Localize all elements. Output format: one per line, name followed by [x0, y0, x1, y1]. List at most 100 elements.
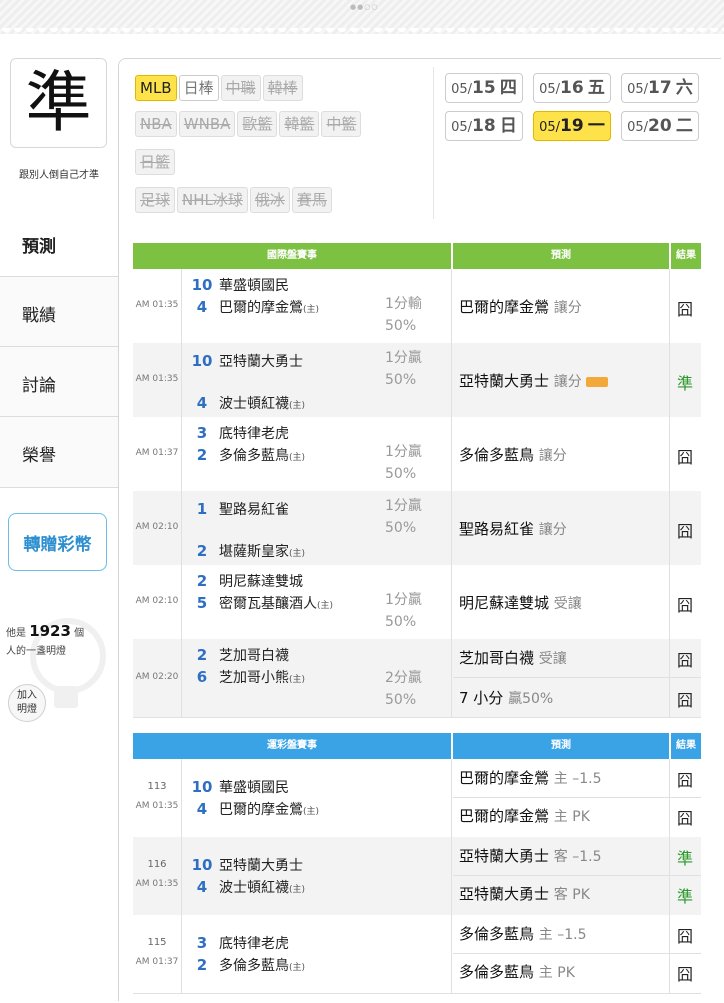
result-mark: 囧 — [676, 300, 693, 319]
nav-predict[interactable]: 預測 — [0, 208, 118, 278]
prediction-team: 芝加哥白襪 — [459, 649, 535, 667]
date-button[interactable]: 05/15 四 — [445, 73, 523, 103]
col-divider — [451, 915, 452, 993]
nav-discussion[interactable]: 討論 — [0, 346, 118, 417]
prediction-team: 巴爾的摩金鶯 — [459, 298, 550, 316]
date-weekday: 五 — [587, 78, 605, 98]
prediction-type: 讓分 — [553, 374, 582, 390]
prediction[interactable]: 芝加哥白襪 受讓 — [459, 647, 567, 668]
nav-record[interactable]: 戰績 — [0, 276, 118, 347]
date-button[interactable]: 05/16 五 — [533, 73, 611, 103]
col-divider — [451, 417, 452, 491]
col-divider — [451, 269, 452, 343]
date-button[interactable]: 05/20 二 — [621, 111, 699, 141]
prediction[interactable]: 7 小分 贏50% — [459, 687, 553, 708]
prediction[interactable]: 聖路易紅雀 讓分 — [459, 518, 567, 539]
prediction[interactable]: 亞特蘭大勇士 客 –1.5 — [459, 845, 602, 866]
date-month: 05/ — [627, 120, 649, 135]
date-button[interactable]: 05/18 日 — [445, 111, 523, 141]
date-button[interactable]: 05/17 六 — [621, 73, 699, 103]
league-chip[interactable]: 賽馬 — [291, 187, 332, 213]
home-team[interactable]: 5 密爾瓦基釀酒人(主) — [185, 593, 333, 613]
odds-info: 2分贏 50% — [385, 667, 422, 711]
banner-wave-edge — [0, 28, 724, 34]
away-team[interactable]: 3 底特律老虎 — [185, 933, 289, 953]
home-team[interactable]: 4 巴爾的摩金鶯(主) — [185, 799, 319, 819]
home-team[interactable]: 6 芝加哥小熊(主) — [185, 667, 305, 687]
home-team[interactable]: 4 波士頓紅襪(主) — [185, 393, 305, 413]
league-chip[interactable]: 歐籃 — [237, 111, 278, 137]
col-divider — [669, 343, 670, 417]
prediction[interactable]: 巴爾的摩金鶯 主 PK — [459, 805, 590, 826]
away-team[interactable]: 3 底特律老虎 — [185, 423, 289, 443]
date-month: 05/ — [539, 82, 561, 97]
join-lamp-button[interactable]: 加入 明燈 — [8, 684, 46, 722]
league-chip[interactable]: NHL冰球 — [177, 187, 248, 213]
home-team[interactable]: 4 巴爾的摩金鶯(主) — [185, 297, 319, 317]
date-month: 05/ — [451, 120, 473, 135]
col-divider — [669, 915, 670, 993]
prediction-team: 多倫多藍鳥 — [459, 925, 535, 943]
league-chip[interactable]: WNBA — [178, 111, 236, 137]
prediction[interactable]: 多倫多藍鳥 讓分 — [459, 444, 567, 465]
prediction[interactable]: 多倫多藍鳥 主 PK — [459, 961, 575, 982]
prediction[interactable]: 巴爾的摩金鶯 讓分 — [459, 296, 582, 317]
date-button[interactable]: 05/19 一 — [533, 111, 611, 141]
date-day: 20 — [648, 116, 672, 136]
prediction-team: 巴爾的摩金鶯 — [459, 807, 550, 825]
away-pitcher-rank: 10 — [191, 778, 213, 796]
away-team-name: 華盛頓國民 — [219, 780, 289, 796]
gift-coins-button[interactable]: 轉贈彩幣 — [8, 513, 107, 571]
away-team[interactable]: 1 聖路易紅雀 — [185, 499, 289, 519]
prediction[interactable]: 巴爾的摩金鶯 主 –1.5 — [459, 767, 602, 788]
home-team[interactable]: 4 波士頓紅襪(主) — [185, 877, 305, 897]
lamp-count: 1923 — [29, 622, 71, 640]
away-team[interactable]: 10 亞特蘭大勇士 — [185, 855, 303, 875]
league-chip[interactable]: MLB — [135, 75, 177, 101]
league-chip[interactable]: NBA — [135, 111, 177, 137]
home-team[interactable]: 2 多倫多藍鳥(主) — [185, 445, 305, 465]
away-team[interactable]: 10 亞特蘭大勇士 — [185, 351, 303, 371]
prediction[interactable]: 多倫多藍鳥 主 –1.5 — [459, 923, 587, 944]
col-divider — [669, 491, 670, 565]
prediction[interactable]: 亞特蘭大勇士 客 PK — [459, 883, 590, 904]
league-chip[interactable]: 俄冰 — [249, 187, 290, 213]
prediction-type: 讓分 — [538, 522, 567, 538]
home-team[interactable]: 2 堪薩斯皇家(主) — [185, 541, 305, 561]
prediction-type: 受讓 — [538, 651, 567, 667]
prediction-type: 主 –1.5 — [538, 927, 587, 943]
date-day: 19 — [560, 116, 584, 136]
away-team[interactable]: 2 芝加哥白襪 — [185, 645, 289, 665]
result-mark: 囧 — [676, 809, 693, 828]
league-chip[interactable]: 日棒 — [178, 75, 219, 101]
league-chip[interactable]: 足球 — [135, 187, 176, 213]
nav-honor[interactable]: 榮譽 — [0, 416, 118, 488]
home-team[interactable]: 2 多倫多藍鳥(主) — [185, 955, 305, 975]
odds-info: 1分贏 50% — [385, 347, 422, 391]
away-team[interactable]: 10 華盛頓國民 — [185, 275, 289, 295]
home-pitcher-rank: 4 — [196, 800, 208, 818]
col-divider — [669, 269, 670, 343]
prediction-total: 7 小分 — [459, 689, 504, 707]
lamp-line2: 人的一盞明燈 — [6, 646, 66, 657]
prediction[interactable]: 明尼蘇達雙城 受讓 — [459, 592, 582, 613]
league-chip[interactable]: 韓棒 — [262, 75, 303, 101]
col-divider — [669, 759, 670, 837]
league-chip[interactable]: 日籃 — [135, 149, 176, 175]
nav-label: 預測 — [22, 237, 56, 257]
slogan: 跟別人倒自己才準 — [19, 170, 99, 181]
home-team-name: 多倫多藍鳥 — [219, 448, 289, 464]
away-team[interactable]: 10 華盛頓國民 — [185, 777, 289, 797]
table-row: AM 01:35 10 華盛頓國民 4 巴爾的摩金鶯(主) 1分輸 50% 巴爾的摩金鶯 讓分… — [133, 269, 701, 344]
league-chip[interactable]: 中籃 — [321, 111, 362, 137]
top-banner-strip: ●●○○ — [0, 0, 724, 34]
league-chip[interactable]: 中職 — [220, 75, 261, 101]
nav-label: 榮譽 — [22, 446, 56, 466]
prediction[interactable]: 亞特蘭大勇士 讓分 — [459, 370, 608, 391]
logo[interactable]: 準 — [10, 58, 107, 148]
away-team[interactable]: 2 明尼蘇達雙城 — [185, 571, 303, 591]
lamp-prefix: 他是 — [6, 628, 26, 639]
join-label-1: 加入 — [17, 690, 37, 701]
league-chip[interactable]: 韓籃 — [279, 111, 320, 137]
pager-dots[interactable]: ●●○○ — [350, 3, 378, 11]
